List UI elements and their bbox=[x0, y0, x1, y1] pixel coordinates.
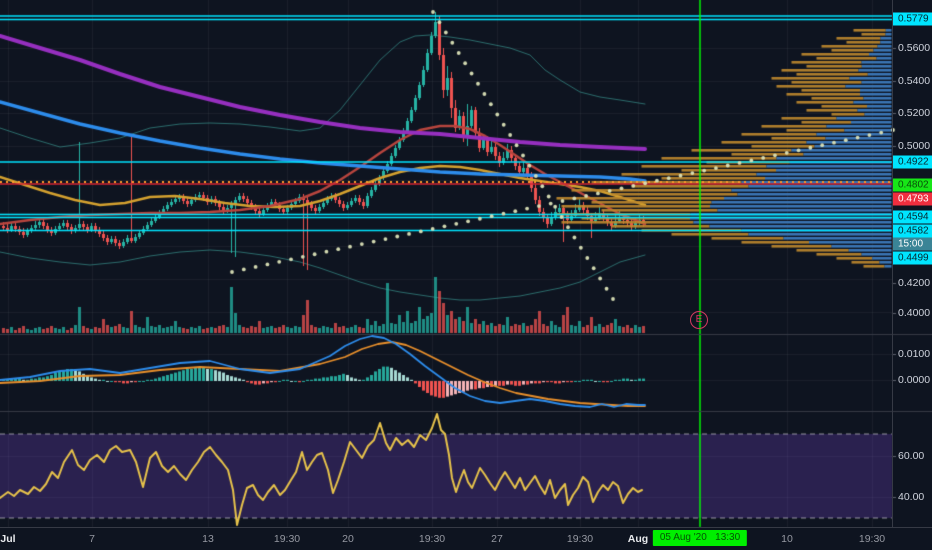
price-tick: 0.0000 bbox=[898, 374, 931, 386]
price-tick: 0.5400 bbox=[898, 75, 931, 87]
price-tick: 0.4000 bbox=[898, 307, 931, 319]
chart-canvas[interactable] bbox=[0, 0, 932, 550]
countdown-badge: 15:00 bbox=[893, 237, 932, 251]
price-badge: 0.5779 bbox=[893, 12, 932, 26]
price-tick: 0.5200 bbox=[898, 107, 931, 119]
event-time-label[interactable]: 05 Aug '20 13:30 bbox=[652, 530, 748, 546]
time-tick: 19:30 bbox=[273, 533, 301, 545]
event-marker[interactable]: E bbox=[690, 311, 708, 329]
price-tick: 0.5600 bbox=[898, 42, 931, 54]
time-tick: 13 bbox=[202, 533, 214, 545]
time-tick: 19:30 bbox=[858, 533, 886, 545]
time-tick: 19:30 bbox=[566, 533, 594, 545]
time-tick: Jul bbox=[0, 533, 16, 545]
price-badge: 0.4802 bbox=[893, 178, 932, 192]
time-tick: 7 bbox=[89, 533, 95, 545]
price-badge: 0.4582 bbox=[893, 224, 932, 238]
price-badge: 0.4499 bbox=[893, 251, 932, 265]
time-tick: 27 bbox=[491, 533, 503, 545]
chart-window: 0.5600 0.5400 0.5200 0.5000 0.4200 0.4000 0.01… bbox=[0, 0, 932, 550]
time-tick: 20 bbox=[342, 533, 354, 545]
price-tick: 40.00 bbox=[898, 491, 925, 503]
price-tick: 0.4200 bbox=[898, 277, 931, 289]
price-tick: 0.5000 bbox=[898, 140, 931, 152]
price-badge: 0.4793 bbox=[893, 192, 932, 206]
price-badge: 0.4922 bbox=[893, 155, 932, 169]
time-tick: Aug bbox=[627, 533, 649, 545]
time-tick: 10 bbox=[781, 533, 793, 545]
price-tick: 60.00 bbox=[898, 450, 925, 462]
time-tick: 19:30 bbox=[418, 533, 446, 545]
price-axis[interactable]: 0.5600 0.5400 0.5200 0.5000 0.4200 0.4000 0.01… bbox=[892, 0, 932, 527]
price-tick: 0.0100 bbox=[898, 348, 931, 360]
time-axis[interactable]: 05 Aug '20 13:30 Jul 7 13 19:30 20 19:30 27 19:… bbox=[0, 527, 932, 550]
price-badge: 0.4594 bbox=[893, 210, 932, 224]
